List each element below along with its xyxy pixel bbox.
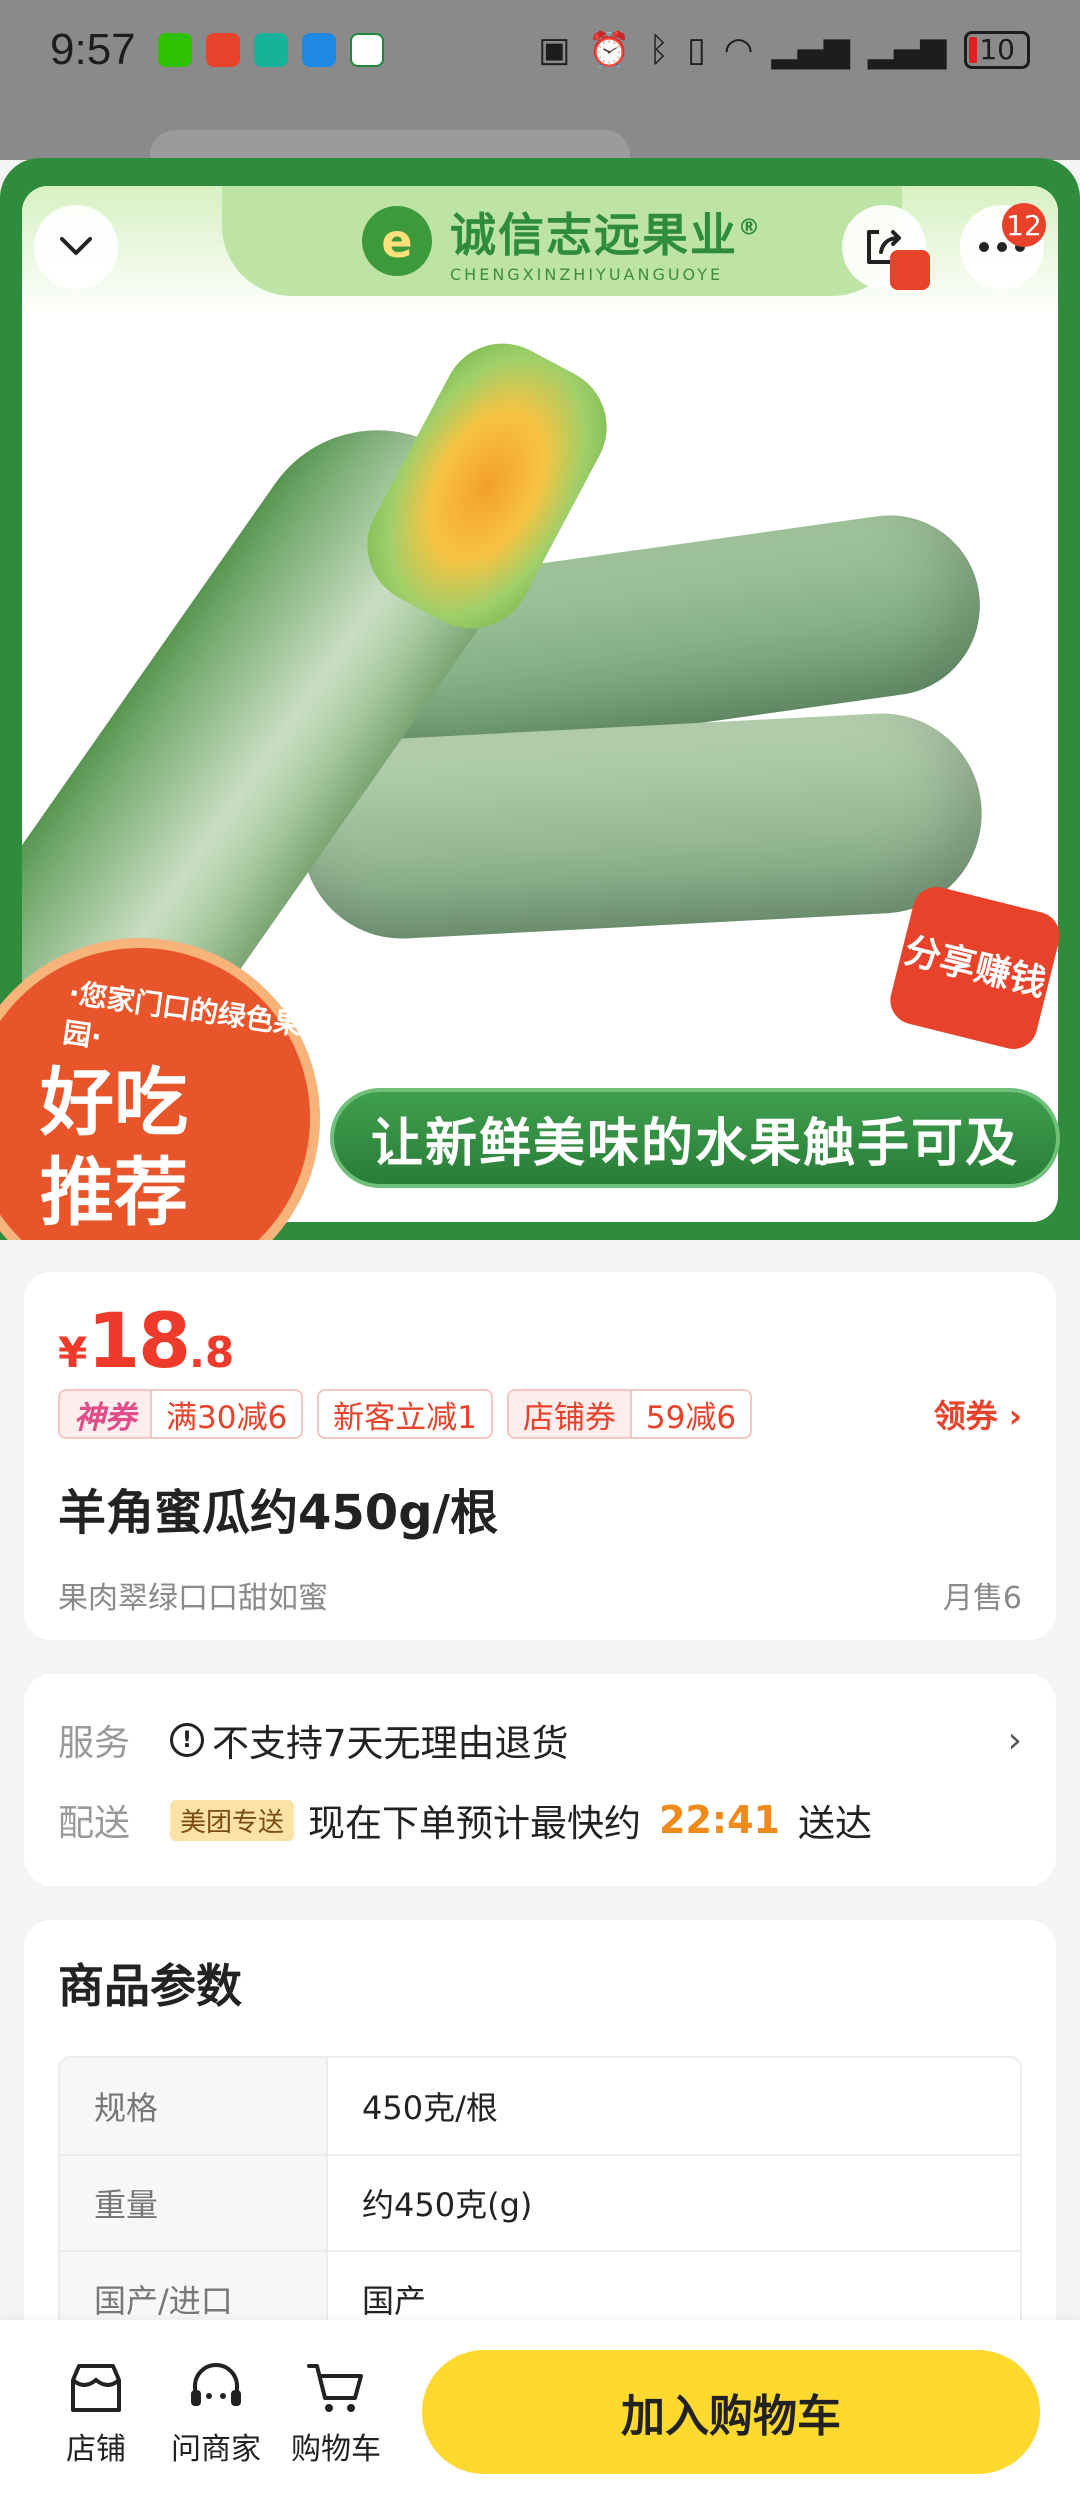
delivery-label: 配送	[58, 1803, 131, 1844]
coupon-body: 59减6	[645, 1399, 737, 1436]
tab-ask-merchant[interactable]: 问商家	[156, 2356, 276, 2468]
service-card[interactable]: 服务 ! 不支持7天无理由退货 › 配送 美团专送 现在下单预计最快约 22:4…	[24, 1674, 1056, 1886]
coupon-body: 新客立减1	[333, 1399, 477, 1436]
badge-text: 好吃 推荐	[40, 1060, 188, 1236]
service-text: 不支持7天无理由退货	[212, 1722, 569, 1765]
param-key: 规格	[60, 2058, 328, 2154]
brand-name-en: CHENGXINZHIYUANGUOYE	[450, 264, 724, 284]
tab-store[interactable]: 店铺	[36, 2356, 156, 2468]
params-table: 规格 450克/根 重量 约450克(g) 国产/进口 国产	[58, 2056, 1022, 2348]
signal-icon: ▂▄▆	[771, 30, 850, 70]
bluetooth-icon: ᛒ	[648, 30, 670, 70]
delivery-suffix: 送达	[797, 1802, 872, 1845]
product-hero-image: e 诚信志远果业® CHENGXINZHIYUANGUOYE ·您家门口的绿色果…	[0, 158, 1080, 1240]
brand-text: 诚信志远果业® CHENGXINZHIYUANGUOYE	[450, 199, 762, 284]
app-post-icon	[349, 33, 384, 67]
app-blue-icon	[301, 33, 336, 67]
hero-slogan: 让新鲜美味的水果触手可及	[330, 1088, 1060, 1188]
product-title: 羊角蜜瓜约450g/根	[58, 1485, 499, 1541]
wifi-icon: ◠	[723, 30, 754, 70]
delivery-time: 22:41	[659, 1798, 780, 1842]
coupon-head: 神券	[60, 1391, 152, 1437]
alarm-icon: ⏰	[588, 30, 631, 70]
wechat-icon	[157, 33, 192, 67]
app-red-icon	[205, 33, 240, 67]
table-row: 规格 450克/根	[60, 2058, 1020, 2154]
brand-logo-icon: e	[362, 206, 432, 276]
brand-banner: e 诚信志远果业® CHENGXINZHIYUANGUOYE	[222, 186, 902, 296]
coupon-tag[interactable]: 店铺券 59减6	[506, 1389, 753, 1439]
coupon-head: 店铺券	[508, 1391, 632, 1437]
product-subtitle: 果肉翠绿口口甜如蜜	[58, 1581, 328, 1616]
service-row[interactable]: 服务 ! 不支持7天无理由退货 ›	[58, 1700, 1022, 1780]
store-icon	[71, 2364, 121, 2412]
delivery-prefix: 现在下单预计最快约	[308, 1802, 642, 1845]
chevron-down-icon	[60, 237, 92, 255]
delivery-row: 配送 美团专送 现在下单预计最快约 22:41 送达	[58, 1780, 1022, 1860]
back-button[interactable]	[34, 205, 118, 289]
tab-cart[interactable]: 购物车	[276, 2356, 396, 2468]
chevron-right-icon: ›	[1007, 1719, 1022, 1761]
get-coupon-link[interactable]: 领券 ›	[934, 1391, 1022, 1437]
add-to-cart-button[interactable]: 加入购物车	[422, 2350, 1040, 2474]
status-bar: 9:57 ▣ ⏰ ᛒ ▯ ◠ ▂▄▆ ▂▄▆ 10	[0, 0, 1080, 100]
price-symbol: ¥	[58, 1328, 88, 1377]
status-time: 9:57	[50, 25, 136, 74]
params-title: 商品参数	[58, 1959, 242, 2013]
coupon-tag[interactable]: 新客立减1	[317, 1389, 493, 1439]
red-packet-icon	[890, 250, 930, 290]
melon-shape	[297, 708, 987, 944]
status-app-icons	[157, 33, 384, 67]
brand-name-cn: 诚信志远果业®	[450, 207, 762, 262]
table-row: 重量 约450克(g)	[60, 2154, 1020, 2250]
coupon-tag[interactable]: 神券 满30减6	[58, 1389, 304, 1439]
warning-circle-icon: !	[170, 1723, 204, 1757]
tab-store-label: 店铺	[66, 2432, 126, 2467]
price-integer: 18	[87, 1296, 191, 1385]
price-card: ¥ 18 .8 神券 满30减6 新客立减1 店铺券 59减6 领券 › 羊角蜜…	[24, 1272, 1056, 1640]
message-count-badge: 12	[1002, 203, 1046, 247]
delivery-tag: 美团专送	[170, 1799, 295, 1841]
service-label: 服务	[58, 1723, 131, 1764]
coupon-row: 神券 满30减6 新客立减1 店铺券 59减6 领券 ›	[58, 1389, 1022, 1439]
cart-icon	[307, 2364, 363, 2412]
status-right: ▣ ⏰ ᛒ ▯ ◠ ▂▄▆ ▂▄▆ 10	[538, 30, 1030, 70]
signal-icon-2: ▂▄▆	[867, 30, 947, 70]
vibrate-icon: ▯	[687, 30, 706, 70]
nfc-icon: ▣	[538, 30, 571, 70]
monthly-sales: 月售6	[942, 1581, 1022, 1616]
app-green-icon	[253, 33, 288, 67]
price: ¥ 18 .8	[58, 1296, 1022, 1385]
coupon-body: 满30减6	[166, 1399, 288, 1436]
tab-cart-label: 购物车	[291, 2432, 381, 2467]
param-value: 450克/根	[362, 2089, 498, 2127]
param-value: 约450克(g)	[362, 2186, 533, 2224]
bottom-action-bar: 店铺 问商家 购物车 加入购物车	[0, 2320, 1080, 2504]
battery-indicator: 10	[964, 31, 1030, 69]
price-decimal: .8	[189, 1328, 235, 1377]
param-key: 重量	[60, 2156, 328, 2250]
product-subtitle-row: 果肉翠绿口口甜如蜜 月售6	[58, 1573, 1022, 1617]
tab-ask-label: 问商家	[171, 2432, 261, 2467]
headset-icon	[191, 2363, 241, 2406]
